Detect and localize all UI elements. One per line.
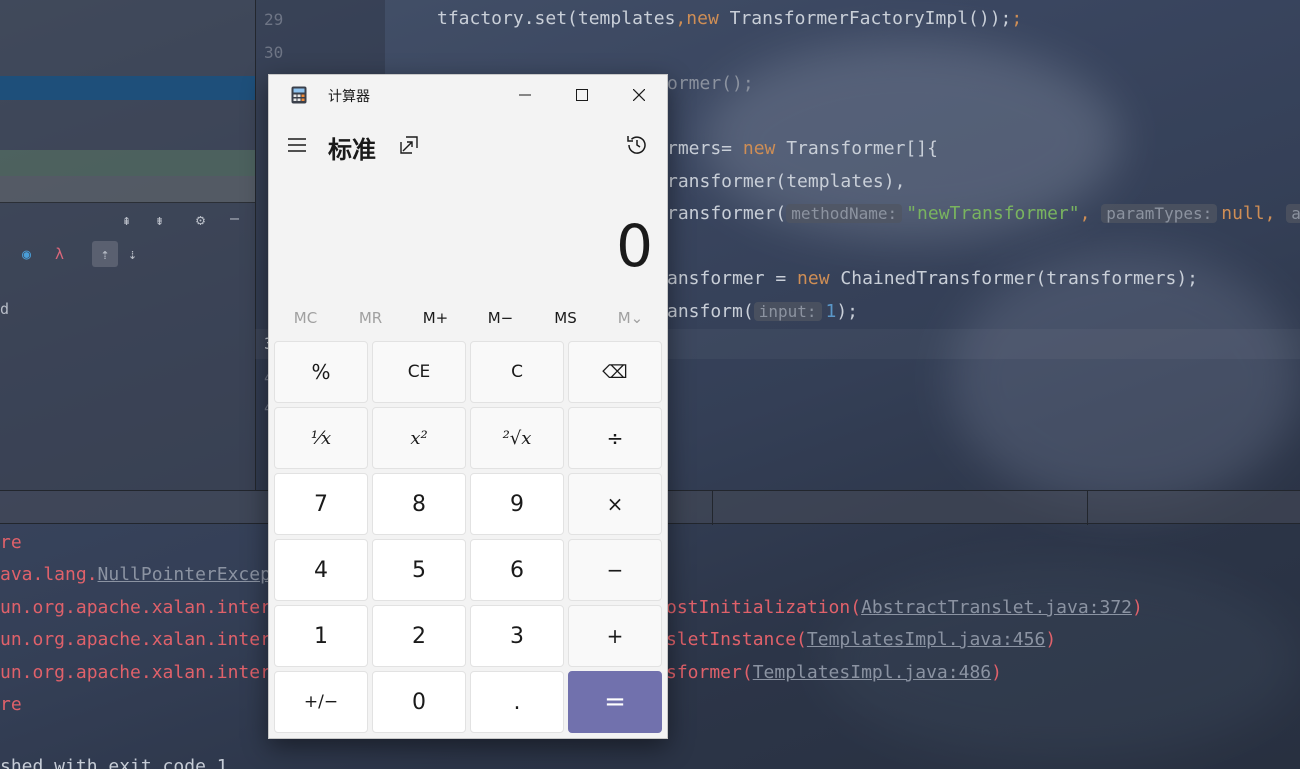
memory-list-button[interactable]: M⌄ — [598, 301, 663, 335]
code-line: ransformer(templates), — [667, 171, 906, 192]
digit-0-button[interactable]: 0 — [372, 671, 466, 733]
console-line: re — [0, 694, 22, 715]
code-line: rmers= new Transformer[]{ — [667, 138, 938, 159]
console-line: shed with exit code 1 — [0, 756, 228, 769]
console-link[interactable]: TemplatesImpl.java:486 — [753, 662, 991, 683]
decimal-button[interactable]: . — [470, 671, 564, 733]
digit-7-button[interactable]: 7 — [274, 473, 368, 535]
digit-1-button[interactable]: 1 — [274, 605, 368, 667]
tree-row[interactable] — [0, 176, 255, 202]
calculator-window: 计算器 标准 0 MC MR M+ M− MS M⌄ % CE C ⌫ ¹⁄x … — [268, 74, 668, 739]
clear-button[interactable]: C — [470, 341, 564, 403]
divide-button[interactable]: ÷ — [568, 407, 662, 469]
collapse-all-icon[interactable]: ⇟ — [155, 211, 164, 229]
history-button[interactable] — [625, 133, 651, 159]
close-icon — [632, 89, 645, 101]
console-line: ostInitialization(AbstractTranslet.java:… — [666, 597, 1143, 618]
memory-add-button[interactable]: M+ — [403, 301, 468, 335]
digit-9-button[interactable]: 9 — [470, 473, 564, 535]
navigation-menu-button[interactable] — [287, 135, 311, 159]
subtract-button[interactable]: − — [568, 539, 662, 601]
code-line: ansform(input: 1); — [667, 301, 859, 322]
divider — [712, 491, 713, 525]
record-icon[interactable]: ◉ — [22, 245, 31, 263]
console-link[interactable]: TemplatesImpl.java:456 — [807, 629, 1045, 650]
square-root-button[interactable]: ²√x — [470, 407, 564, 469]
hamburger-icon — [288, 138, 306, 152]
console-line: un.org.apache.xalan.inter — [0, 597, 271, 618]
add-button[interactable]: + — [568, 605, 662, 667]
debug-toolbar: ⇞ ⇟ ⚙ — ◉ λ ⇡ ⇣ — [0, 202, 255, 272]
minimize-icon — [518, 94, 531, 96]
expand-all-icon[interactable]: ⇞ — [122, 211, 131, 229]
code-line: ormer(); — [667, 73, 754, 94]
digit-3-button[interactable]: 3 — [470, 605, 564, 667]
code-line: ransformer(methodName: "newTransformer", … — [667, 203, 1300, 224]
digit-8-button[interactable]: 8 — [372, 473, 466, 535]
percent-button[interactable]: % — [274, 341, 368, 403]
reciprocal-button[interactable]: ¹⁄x — [274, 407, 368, 469]
selected-tree-row[interactable] — [0, 76, 255, 100]
code-line: ansformer = new ChainedTransformer(trans… — [667, 268, 1199, 289]
project-tool-window: ⇞ ⇟ ⚙ — ◉ λ ⇡ ⇣ d — [0, 0, 255, 490]
backspace-button[interactable]: ⌫ — [568, 341, 662, 403]
console-link[interactable]: NullPointerExcep — [98, 564, 271, 585]
digit-5-button[interactable]: 5 — [372, 539, 466, 601]
minimize-icon[interactable]: — — [230, 209, 239, 227]
maximize-button[interactable] — [553, 75, 610, 115]
line-number: 29 — [264, 10, 284, 29]
console-link[interactable]: AbstractTranslet.java:372 — [861, 597, 1132, 618]
keep-on-top-button[interactable] — [399, 135, 423, 159]
line-number: 30 — [264, 43, 284, 62]
history-icon — [627, 136, 646, 154]
tree-item-label: d — [0, 300, 10, 318]
divider — [1087, 491, 1088, 525]
console-line: sformer(TemplatesImpl.java:486) — [666, 662, 1002, 683]
step-into-icon[interactable]: ⇣ — [128, 245, 137, 263]
memory-row: MC MR M+ M− MS M⌄ — [273, 301, 663, 335]
mode-title: 标准 — [328, 136, 376, 164]
window-title: 计算器 — [328, 89, 370, 105]
console-line: sletInstance(TemplatesImpl.java:456) — [666, 629, 1057, 650]
code-line: tfactory.set(templates,new TransformerFa… — [437, 8, 1023, 29]
mode-header: 标准 — [269, 115, 667, 175]
param-hint: methodName: — [786, 204, 903, 223]
memory-subtract-button[interactable]: M− — [468, 301, 533, 335]
param-hint: ar — [1286, 204, 1300, 223]
digit-4-button[interactable]: 4 — [274, 539, 368, 601]
multiply-button[interactable]: × — [568, 473, 662, 535]
param-hint: paramTypes: — [1101, 204, 1218, 223]
digit-2-button[interactable]: 2 — [372, 605, 466, 667]
console-line: ava.lang.NullPointerExcep — [0, 564, 271, 585]
lambda-icon[interactable]: λ — [55, 245, 64, 263]
memory-clear-button[interactable]: MC — [273, 301, 338, 335]
calculator-app-icon — [291, 86, 307, 104]
square-button[interactable]: x² — [372, 407, 466, 469]
memory-recall-button[interactable]: MR — [338, 301, 403, 335]
maximize-icon — [575, 89, 588, 101]
console-line: un.org.apache.xalan.inter — [0, 629, 271, 650]
negate-button[interactable]: +/− — [274, 671, 368, 733]
title-bar[interactable]: 计算器 — [269, 75, 667, 115]
keep-on-top-icon — [400, 136, 418, 154]
highlighted-tree-row[interactable] — [0, 150, 255, 176]
step-out-icon[interactable]: ⇡ — [92, 241, 118, 267]
console-line: re — [0, 532, 22, 553]
close-button[interactable] — [610, 75, 667, 115]
equals-button[interactable]: = — [568, 671, 662, 733]
gear-icon[interactable]: ⚙ — [196, 211, 205, 229]
param-hint: input: — [753, 302, 822, 321]
clear-entry-button[interactable]: CE — [372, 341, 466, 403]
console-line: un.org.apache.xalan.inter — [0, 662, 271, 683]
digit-6-button[interactable]: 6 — [470, 539, 564, 601]
minimize-button[interactable] — [496, 75, 553, 115]
result-display: 0 — [616, 212, 653, 280]
memory-store-button[interactable]: MS — [533, 301, 598, 335]
